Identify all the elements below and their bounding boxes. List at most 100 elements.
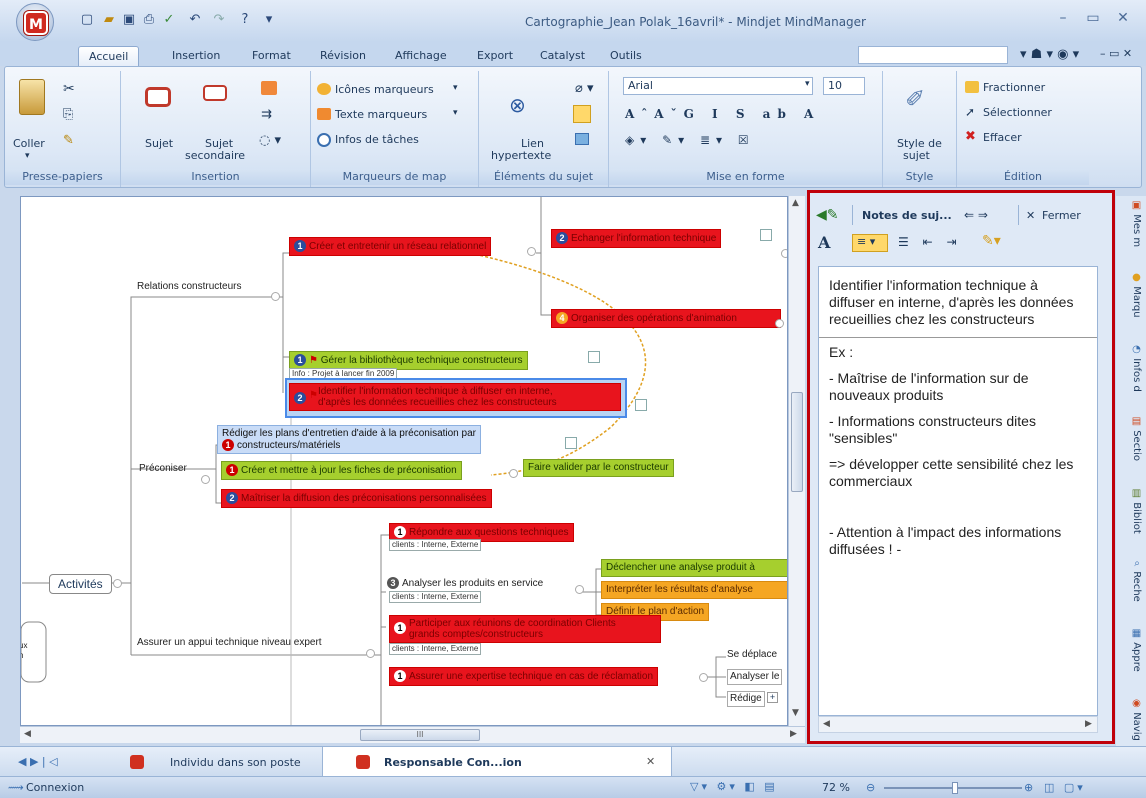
relationship-icon[interactable]: ⇉ (261, 107, 272, 122)
scroll-down-icon[interactable]: ▼ (792, 708, 799, 718)
minimize-icon[interactable]: – (1050, 10, 1076, 30)
tab-outils[interactable]: Outils (600, 46, 652, 66)
topic-creer-reseau[interactable]: 1 Créer et entretenir un réseau relationn… (289, 237, 492, 256)
expander[interactable] (575, 585, 584, 594)
icones-dropdown-icon[interactable]: ▾ (453, 83, 458, 93)
scroll-left-icon[interactable]: ◀ (24, 729, 31, 739)
topic-preconiser[interactable]: Préconiser (139, 463, 187, 475)
lien-label-2[interactable]: hypertexte (491, 149, 551, 162)
close-icon[interactable]: ✕ (1110, 10, 1136, 30)
texte-dropdown-icon[interactable]: ▾ (453, 108, 458, 118)
ribbon-search-box[interactable] (858, 46, 1008, 64)
help-icon[interactable]: ? (236, 12, 254, 28)
notes-editor[interactable]: Identifier l'information technique à dif… (818, 266, 1098, 716)
sujet-label[interactable]: Sujet (145, 137, 173, 150)
zoom-in-icon[interactable]: ⊕ (1024, 781, 1033, 794)
infos-taches-button[interactable]: Infos de tâches (335, 133, 419, 146)
expander[interactable] (366, 649, 375, 658)
side-tab-navigate[interactable]: ◉ Navig (1120, 698, 1142, 741)
notes-icon[interactable] (573, 105, 591, 123)
fit-view-icons[interactable]: ◫ ▢▾ (1044, 781, 1086, 794)
font-family-select[interactable]: Arial (623, 77, 813, 95)
tab-revision[interactable]: Révision (310, 46, 376, 66)
expander[interactable] (527, 247, 536, 256)
texte-marqueurs-button[interactable]: Texte marqueurs (335, 108, 427, 121)
paste-label[interactable]: Coller (13, 137, 45, 150)
vertical-scroll-thumb[interactable] (791, 392, 803, 492)
notes-close-icon[interactable]: ✕ (1026, 209, 1035, 222)
topic-analyser-le[interactable]: Analyser le (727, 669, 783, 685)
open-folder-icon[interactable]: ▰ (100, 12, 118, 28)
hyperlink-icon[interactable]: ⊗ (509, 93, 526, 117)
close-tab-icon[interactable]: ✕ (646, 755, 655, 768)
topic-declencher[interactable]: Déclencher une analyse produit à (601, 559, 787, 577)
expander[interactable] (699, 673, 708, 682)
notes-back-icon[interactable]: ◀✎ (816, 207, 839, 223)
side-tab-sections[interactable]: ▤ Sectio (1120, 416, 1142, 461)
topic-interpreter[interactable]: Interpréter les résultats d'analyse (601, 581, 787, 599)
topic-redige[interactable]: Rédige (727, 691, 765, 707)
horizontal-scroll-thumb[interactable]: III (360, 729, 480, 741)
topic-assurer[interactable]: Assurer un appui technique niveau expert (137, 637, 322, 649)
tab-export[interactable]: Export (467, 46, 523, 66)
redo-icon[interactable]: ↷ (210, 12, 228, 28)
vertical-scrollbar[interactable]: ▲ ▼ (788, 196, 805, 726)
mind-map-canvas[interactable]: Activités ux n Relations constructeurs 1… (20, 196, 788, 726)
topic-se-deplacer[interactable]: Se déplace (727, 649, 777, 661)
note-attachment-icon[interactable] (561, 437, 577, 450)
copy-icon[interactable]: ⎘ (63, 107, 73, 122)
topic-relations[interactable]: Relations constructeurs (137, 281, 242, 293)
brush-icon[interactable]: ✐ (905, 85, 925, 113)
expand-plus-icon[interactable]: + (767, 692, 778, 703)
effacer-button[interactable]: Effacer (983, 131, 1022, 144)
note-attachment-icon[interactable] (756, 229, 772, 242)
expander[interactable] (113, 579, 122, 588)
sujet-secondaire-label-2[interactable]: secondaire (185, 149, 245, 162)
ribbon-options-icon[interactable]: ▾ ☗ ▾ ◉ ▾ (1020, 47, 1079, 62)
zoom-slider-thumb[interactable] (952, 782, 958, 794)
side-tab-my-maps[interactable]: ▣ Mes m (1120, 200, 1142, 247)
spelling-icon[interactable]: ✓ (160, 12, 178, 28)
font-size-select[interactable]: 10 (823, 77, 865, 95)
paste-icon[interactable] (19, 79, 45, 115)
font-dropdown-icon[interactable]: ▾ (805, 79, 810, 89)
icones-marqueurs-button[interactable]: Icônes marqueurs (335, 83, 434, 96)
subtopic-icon[interactable] (203, 85, 227, 101)
side-tab-search[interactable]: ⌕ Reche (1120, 558, 1142, 602)
application-menu-button[interactable]: M (16, 3, 54, 41)
topic-maitriser[interactable]: 2 Maîtriser la diffusion des préconisatio… (221, 489, 492, 508)
topic-analyser[interactable]: 3 Analyser les produits en service (387, 577, 543, 590)
view-buttons-icon[interactable]: ▽▾ ⚙▾ ◧ ▤ (690, 780, 778, 793)
expander[interactable] (201, 475, 210, 484)
notes-horizontal-scrollbar[interactable]: ◀ ▶ (818, 716, 1098, 733)
scroll-up-icon[interactable]: ▲ (792, 198, 799, 208)
expander[interactable] (781, 249, 787, 258)
fill-line-buttons[interactable]: ◈▾ ✎▾ ≣▾ ☒ (625, 133, 755, 147)
side-tab-learn[interactable]: ▦ Appre (1120, 628, 1142, 672)
new-document-icon[interactable]: ▢ (78, 12, 96, 28)
notes-close-button[interactable]: Fermer (1042, 209, 1081, 222)
save-icon[interactable]: ▣ (120, 12, 138, 28)
list-indent-icons[interactable]: ☰ ⇤ ⇥ (898, 235, 962, 249)
topic-rediger[interactable]: Rédiger les plans d'entretien d'aide à l… (217, 425, 481, 454)
side-tab-markers[interactable]: ● Marqu (1120, 272, 1142, 318)
topic-organiser[interactable]: 4 Organiser des opérations d'animation (551, 309, 781, 328)
cut-icon[interactable]: ✂ (63, 81, 75, 97)
expander[interactable] (775, 319, 784, 328)
tab-catalyst[interactable]: Catalyst (530, 46, 595, 66)
paste-dropdown-icon[interactable]: ▾ (25, 151, 30, 161)
align-left-icon[interactable]: ≡ ▾ (852, 234, 888, 252)
maximize-icon[interactable]: ▭ (1080, 10, 1106, 30)
topic-creer-fiches[interactable]: 1 Créer et mettre à jour les fiches de pr… (221, 461, 462, 480)
connexion-status[interactable]: Connexion (26, 781, 84, 794)
tab-format[interactable]: Format (242, 46, 301, 66)
fractionner-button[interactable]: Fractionner (983, 81, 1045, 94)
customize-qat-icon[interactable]: ▾ (260, 12, 278, 28)
side-tab-task-info[interactable]: ◔ Infos d (1120, 344, 1142, 392)
expander[interactable] (509, 469, 518, 478)
undo-icon[interactable]: ↶ (186, 12, 204, 28)
doc-tab-individu[interactable]: Individu dans son poste (160, 751, 311, 775)
print-icon[interactable]: ⎙ (140, 12, 158, 28)
zoom-out-icon[interactable]: ⊖ (866, 781, 875, 794)
doc-window-controls-icon[interactable]: – ▭ ✕ (1100, 47, 1132, 60)
